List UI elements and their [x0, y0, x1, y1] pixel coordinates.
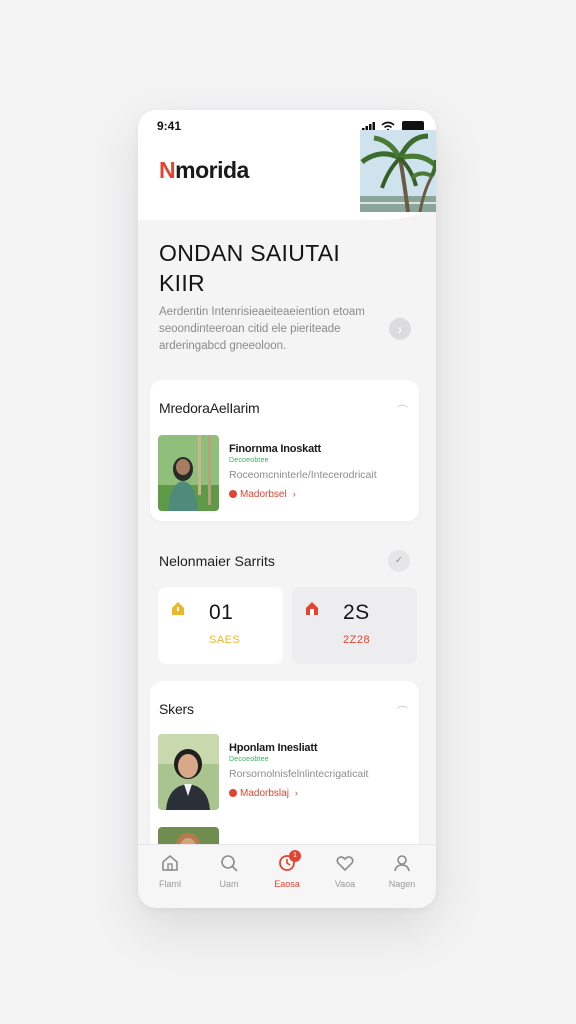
tab-label: Nagen — [388, 879, 416, 889]
more-icon[interactable]: ⌒ — [397, 703, 408, 719]
stat-subtitle: 2Z28 — [343, 634, 371, 646]
tab-label: Vaoa — [334, 879, 356, 889]
notification-badge: 1 — [289, 850, 301, 862]
stat-card-1[interactable]: 01 SAES — [158, 587, 283, 664]
list-item[interactable]: Finornma Inoskatt Decoeobtee Roceomcnint… — [158, 435, 413, 511]
item-location[interactable]: Madorbslaj › — [229, 788, 298, 799]
palm-tree-photo — [360, 130, 436, 212]
more-icon[interactable]: ⌒ — [397, 402, 408, 418]
tab-home[interactable]: Flaml — [143, 853, 197, 889]
tab-label: Flaml — [159, 879, 181, 889]
item-subtitle: Roceomcninterle/Intecerodricait — [229, 469, 377, 481]
tab-label: Uam — [219, 879, 239, 889]
location-pin-icon — [229, 490, 237, 498]
stat-card-2[interactable]: 2S 2Z28 — [292, 587, 417, 664]
user-icon — [394, 855, 410, 872]
tab-search[interactable]: Uam — [202, 853, 256, 889]
location-pin-icon — [229, 789, 237, 797]
tab-notifications[interactable]: 1 Eaosa — [260, 850, 314, 889]
card-title: Skers — [159, 701, 194, 717]
bottom-tab-bar: Flaml Uam 1 Eaosa Vaoa Nagen — [138, 844, 436, 908]
item-tag: Decoeobtee — [229, 457, 269, 464]
stat-subtitle: SAES — [209, 634, 241, 646]
featured-card: MredoraAelIarim ⌒ Finornma Inoskatt Deco… — [150, 380, 419, 521]
stories-card: Skers ⌒ Hponlam Inesliatt Decoeobtee Ror… — [150, 681, 419, 856]
stat-value: 01 — [209, 601, 234, 624]
check-icon[interactable]: ✓ — [388, 550, 410, 572]
home-icon — [162, 854, 178, 871]
item-name: Finornma Inoskatt — [229, 443, 321, 455]
arrow-icon: › — [292, 489, 296, 499]
bell-icon — [172, 602, 184, 615]
hero-description: Aerdentin Intenrisieaeiteaeiention etoam… — [159, 306, 365, 352]
list-item[interactable]: Hponlam Inesliatt Decoeobtee Rorsornolni… — [158, 734, 413, 810]
item-subtitle: Rorsornolnisfelnlintecrigaticait — [229, 768, 369, 780]
search-icon — [221, 855, 238, 872]
hero-headline: ONDAN SAIUTAI KIIR — [159, 240, 341, 296]
tab-label: Eaosa — [274, 879, 300, 889]
person-photo — [158, 435, 219, 511]
home-alert-icon — [306, 602, 318, 615]
tab-favorites[interactable]: Vaoa — [318, 853, 372, 889]
app-logo[interactable]: Nmorida — [159, 157, 249, 184]
heart-icon — [336, 856, 354, 872]
phone-screen: 9:41 Nmorida ONDAN SAIUTAI KIIR Aerdenti… — [138, 110, 436, 908]
item-name: Hponlam Inesliatt — [229, 742, 318, 754]
section-title: Nelonmaier Sarrits — [159, 553, 275, 569]
stat-value: 2S — [343, 601, 370, 624]
tab-profile[interactable]: Nagen — [375, 853, 429, 889]
chevron-right-icon[interactable]: › — [389, 318, 411, 340]
item-location[interactable]: Madorbsel › — [229, 489, 296, 500]
arrow-icon: › — [294, 788, 298, 798]
status-time: 9:41 — [157, 119, 182, 133]
card-title: MredoraAelIarim — [159, 400, 260, 416]
item-tag: Decoeobtee — [229, 756, 269, 763]
person-photo — [158, 734, 219, 810]
